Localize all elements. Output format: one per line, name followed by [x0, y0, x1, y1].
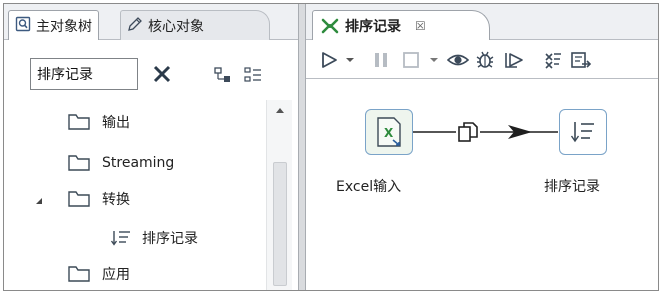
pane-splitter[interactable]	[298, 4, 306, 290]
tree-item-label: 排序记录	[142, 231, 198, 247]
tree-expander[interactable]	[34, 194, 44, 204]
clear-search-button[interactable]	[148, 60, 176, 88]
scroll-up-arrow-icon[interactable]	[275, 106, 285, 114]
sql-button[interactable]	[570, 49, 592, 71]
pause-button[interactable]	[370, 49, 392, 71]
search-row: 排序记录	[4, 58, 298, 94]
folder-icon	[68, 266, 90, 282]
step-sort-rows[interactable]	[559, 109, 607, 155]
excel-input-icon: X	[377, 117, 401, 147]
replay-icon	[505, 53, 523, 68]
pause-icon	[375, 53, 387, 67]
tree-item-label: Streaming	[102, 155, 175, 171]
vertical-scrollbar[interactable]	[266, 100, 292, 290]
tab-main-object-tree[interactable]: 主对象树	[8, 10, 99, 40]
sql-icon	[571, 52, 592, 68]
close-icon	[153, 65, 171, 83]
expanded-triangle-icon	[36, 198, 42, 204]
run-button[interactable]	[318, 49, 340, 71]
tab-core-objects[interactable]: 核心对象	[120, 10, 270, 40]
pencil-icon	[127, 16, 143, 36]
tree-item-application[interactable]: 应用	[68, 260, 130, 288]
tab-label: 核心对象	[148, 18, 204, 35]
step-excel-input[interactable]: X	[365, 109, 413, 155]
stop-button[interactable]	[400, 49, 422, 71]
tab-label: 排序记录	[345, 18, 401, 35]
run-options-dropdown[interactable]	[344, 49, 356, 71]
tree-item-output[interactable]: 输出	[68, 108, 130, 136]
dropdown-icon	[430, 58, 438, 62]
editor-tab-bar: 排序记录 ☒	[306, 4, 658, 40]
stop-icon	[403, 52, 419, 68]
run-icon	[322, 52, 337, 68]
debug-icon	[476, 51, 494, 68]
replay-button[interactable]	[502, 49, 526, 71]
search-value: 排序记录	[37, 67, 93, 83]
folder-icon	[68, 155, 90, 171]
folder-icon	[68, 191, 90, 207]
tab-label: 主对象树	[36, 18, 92, 35]
list-view-icon	[244, 67, 261, 82]
left-panel: 主对象树 核心对象 排序记录 输出 Streaming 转换 排序记录 应用	[4, 4, 298, 290]
transformation-toolbar	[306, 41, 658, 79]
step-label-excel-input: Excel输入	[336, 179, 402, 195]
verify-button[interactable]	[542, 49, 564, 71]
search-icon	[15, 16, 31, 36]
scrollbar-thumb[interactable]	[273, 162, 287, 286]
transformation-canvas[interactable]: X Excel输入 排序记录	[306, 80, 658, 290]
tree-item-streaming[interactable]: Streaming	[68, 149, 174, 177]
tree-item-label: 转换	[102, 192, 130, 208]
copy-hop-indicator[interactable]	[456, 120, 480, 144]
folder-icon	[68, 114, 90, 130]
tree-item-sort-rows[interactable]: 排序记录	[110, 224, 198, 252]
debug-button[interactable]	[474, 49, 496, 71]
collapse-tree-button[interactable]	[212, 64, 234, 86]
sort-icon	[570, 122, 594, 143]
tree-item-label: 应用	[102, 267, 130, 283]
verify-icon	[545, 53, 561, 69]
step-label-sort-rows: 排序记录	[544, 179, 600, 195]
preview-button[interactable]	[446, 49, 470, 71]
application-window: 主对象树 核心对象 排序记录 输出 Streaming 转换 排序记录 应用 排…	[3, 3, 659, 291]
stop-options-dropdown[interactable]	[428, 49, 440, 71]
svg-text:X: X	[384, 126, 394, 140]
tree-item-transform[interactable]: 转换	[68, 185, 130, 213]
right-panel: 排序记录 ☒ X Excel输入 排序记录	[306, 4, 658, 290]
left-tab-bar: 主对象树 核心对象	[4, 4, 298, 40]
search-input[interactable]: 排序记录	[30, 58, 138, 90]
transformation-icon	[321, 18, 339, 33]
dropdown-icon	[346, 58, 354, 62]
preview-icon	[447, 54, 469, 66]
object-tree: 输出 Streaming 转换 排序记录 应用	[4, 100, 262, 290]
tree-item-label: 输出	[102, 115, 130, 131]
close-tab-icon[interactable]: ☒	[415, 19, 426, 33]
copy-icon	[458, 122, 478, 142]
collapse-all-icon	[214, 67, 230, 82]
sort-icon	[110, 231, 130, 246]
expand-tree-button[interactable]	[242, 64, 264, 86]
tab-sort-rows-transformation[interactable]: 排序记录 ☒	[312, 10, 490, 40]
